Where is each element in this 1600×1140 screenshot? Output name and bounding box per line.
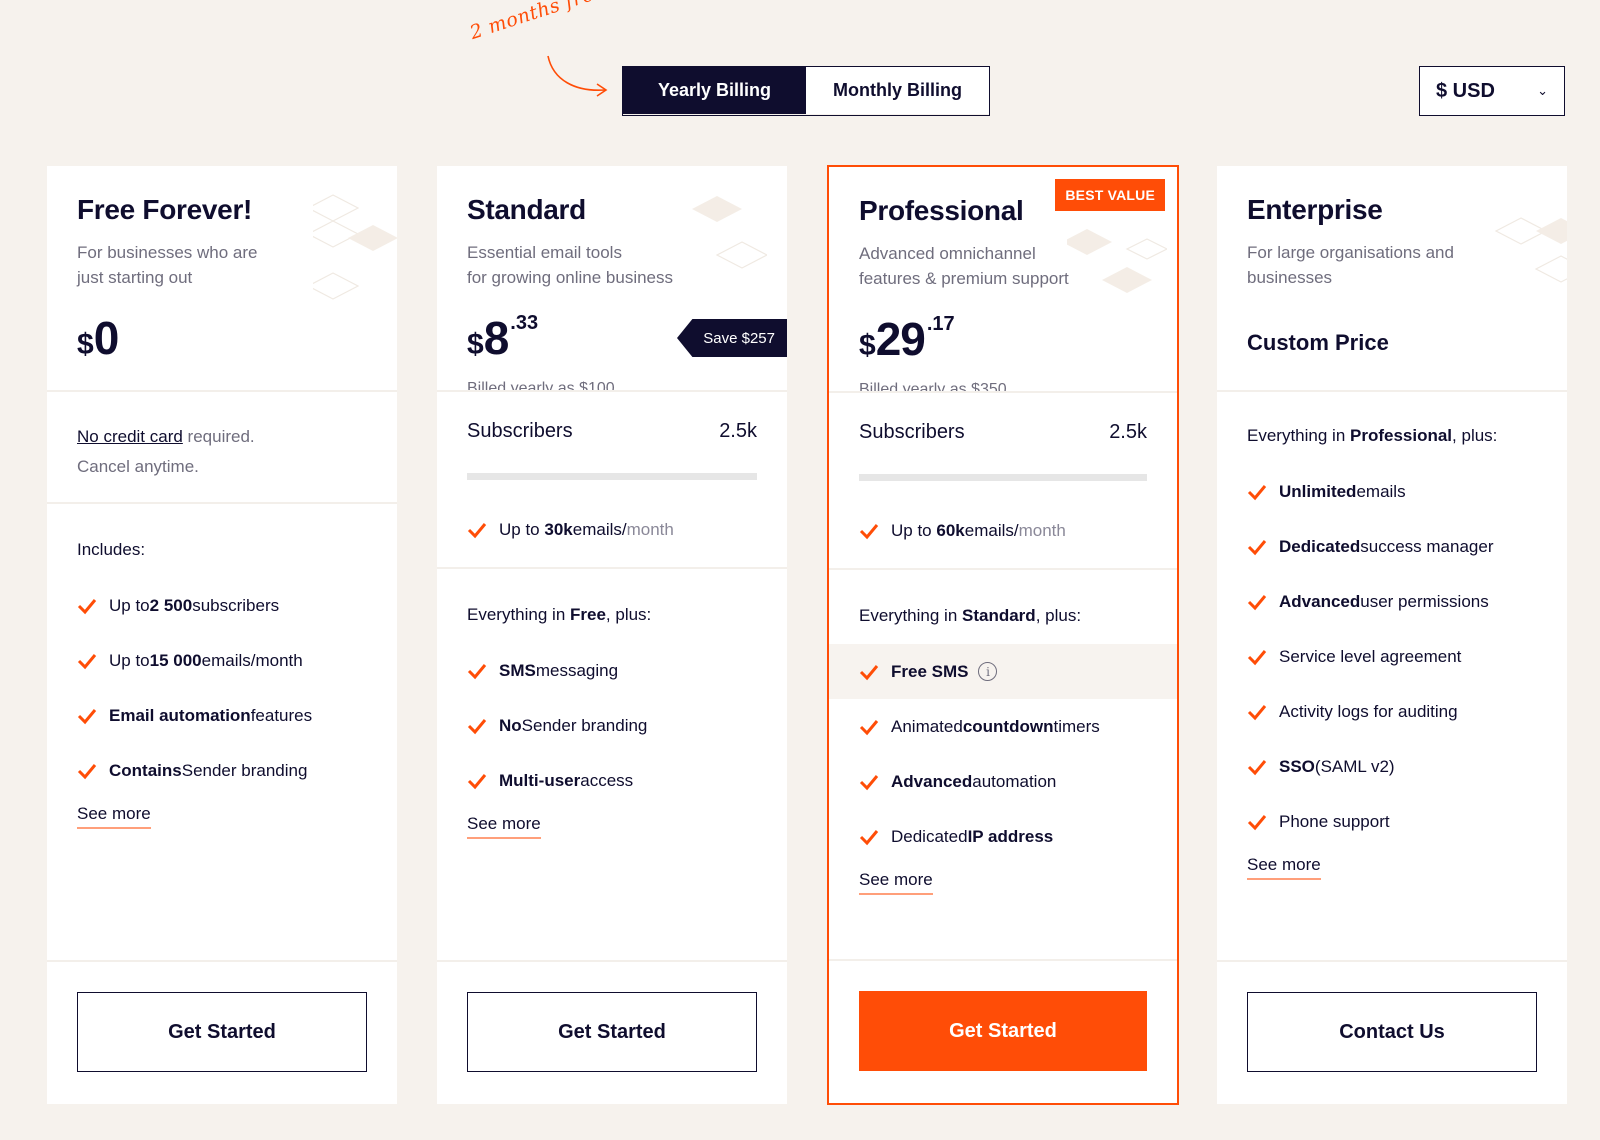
diamond-pattern-icon bbox=[1494, 217, 1567, 283]
monthly-billing-button[interactable]: Monthly Billing bbox=[806, 67, 989, 114]
billed-yearly-text: Billed yearly as $100 bbox=[467, 380, 615, 390]
check-icon bbox=[1247, 594, 1267, 610]
price: $ 29 .17 bbox=[859, 313, 955, 365]
feature-list: Includes: Up to 2 500 subscribers Up to … bbox=[47, 504, 397, 829]
credit-card-note: No credit card required. Cancel anytime. bbox=[77, 427, 255, 476]
check-icon bbox=[77, 598, 97, 614]
features-heading: Everything in Free, plus: bbox=[467, 605, 652, 624]
diamond-pattern-icon bbox=[692, 196, 767, 269]
feature-item: No Sender branding bbox=[467, 698, 757, 753]
feature-item: Dedicated success manager bbox=[1247, 519, 1537, 574]
check-icon bbox=[467, 718, 487, 734]
features-heading: Everything in Professional, plus: bbox=[1247, 426, 1498, 445]
feature-item: Contains Sender branding bbox=[77, 743, 367, 798]
emails-quota: Up to 30k emails/month bbox=[467, 520, 757, 540]
check-icon bbox=[467, 523, 487, 539]
get-started-button[interactable]: Get Started bbox=[467, 992, 757, 1072]
curved-arrow-icon bbox=[547, 55, 608, 97]
feature-item: SSO (SAML v2) bbox=[1247, 739, 1537, 794]
get-started-button[interactable]: Get Started bbox=[77, 992, 367, 1072]
subscribers-section: Subscribers 2.5k Up to 60k emails/month bbox=[829, 393, 1177, 568]
yearly-billing-button[interactable]: Yearly Billing bbox=[623, 67, 806, 114]
subscribers-value: 2.5k bbox=[1109, 421, 1147, 443]
see-more-link[interactable]: See more bbox=[859, 870, 933, 895]
billed-yearly-text: Billed yearly as $350 bbox=[859, 381, 1007, 391]
check-icon bbox=[859, 774, 879, 790]
no-credit-card-link[interactable]: No credit card bbox=[77, 427, 183, 446]
check-icon bbox=[77, 708, 97, 724]
see-more-link[interactable]: See more bbox=[467, 814, 541, 839]
diamond-pattern-icon bbox=[1067, 229, 1167, 293]
check-icon bbox=[1247, 759, 1267, 775]
price: $ 0 bbox=[77, 312, 119, 364]
chevron-down-icon: ⌄ bbox=[1537, 83, 1548, 98]
check-icon bbox=[1247, 649, 1267, 665]
plan-card-professional: BEST VALUE Professional Advanced omnicha… bbox=[827, 165, 1179, 1105]
feature-item: Advanced user permissions bbox=[1247, 574, 1537, 629]
currency-label: $ USD bbox=[1436, 79, 1495, 102]
feature-item: Up to 2 500 subscribers bbox=[77, 578, 367, 633]
diamond-pattern-icon bbox=[313, 194, 397, 300]
feature-list: Everything in Standard, plus: Free SMS i … bbox=[829, 570, 1177, 895]
feature-list: Everything in Free, plus: SMS messaging … bbox=[437, 569, 787, 839]
feature-item: Activity logs for auditing bbox=[1247, 684, 1537, 739]
check-icon bbox=[77, 763, 97, 779]
subscribers-section: Subscribers 2.5k Up to 30k emails/month bbox=[437, 392, 787, 567]
custom-price: Custom Price bbox=[1247, 330, 1389, 355]
check-icon bbox=[467, 773, 487, 789]
emails-quota: Up to 60k emails/month bbox=[859, 521, 1147, 541]
subscribers-label: Subscribers bbox=[467, 420, 573, 442]
subscribers-slider[interactable] bbox=[467, 473, 757, 480]
feature-list: Everything in Professional, plus: Unlimi… bbox=[1217, 392, 1567, 880]
promo-annotation: 2 months free! bbox=[467, 0, 616, 44]
feature-item: Advanced automation bbox=[859, 754, 1147, 809]
check-icon bbox=[859, 829, 879, 845]
feature-item: Email automation features bbox=[77, 688, 367, 743]
check-icon bbox=[1247, 539, 1267, 555]
check-icon bbox=[77, 653, 97, 669]
currency-select[interactable]: $ USD ⌄ bbox=[1419, 66, 1565, 116]
billing-toggle: Yearly Billing Monthly Billing bbox=[622, 66, 990, 116]
feature-item: Free SMS i bbox=[829, 644, 1177, 699]
check-icon bbox=[1247, 704, 1267, 720]
see-more-link[interactable]: See more bbox=[1247, 855, 1321, 880]
best-value-badge: BEST VALUE bbox=[1055, 179, 1165, 211]
plan-card-free: Free Forever! For businesses who are jus… bbox=[47, 166, 397, 1104]
plan-description: For businesses who are just starting out bbox=[77, 243, 258, 287]
check-icon bbox=[467, 663, 487, 679]
check-icon bbox=[859, 524, 879, 540]
plan-card-standard: Standard Essential email tools for growi… bbox=[437, 166, 787, 1104]
info-icon[interactable]: i bbox=[978, 662, 998, 681]
check-icon bbox=[859, 719, 879, 735]
features-heading: Everything in Standard, plus: bbox=[859, 606, 1082, 625]
feature-item: Animated countdown timers bbox=[859, 699, 1147, 754]
features-heading: Includes: bbox=[77, 540, 146, 559]
feature-item: Multi-user access bbox=[467, 753, 757, 808]
feature-item: Phone support bbox=[1247, 794, 1537, 849]
check-icon bbox=[859, 664, 879, 680]
feature-item: Up to 15 000 emails/month bbox=[77, 633, 367, 688]
feature-item: SMS messaging bbox=[467, 643, 757, 698]
feature-item: Service level agreement bbox=[1247, 629, 1537, 684]
see-more-link[interactable]: See more bbox=[77, 804, 151, 829]
get-started-button[interactable]: Get Started bbox=[859, 991, 1147, 1071]
feature-item: Unlimited emails bbox=[1247, 464, 1537, 519]
plan-card-enterprise: Enterprise For large organisations and b… bbox=[1217, 166, 1567, 1104]
subscribers-label: Subscribers bbox=[859, 421, 965, 443]
check-icon bbox=[1247, 484, 1267, 500]
contact-us-button[interactable]: Contact Us bbox=[1247, 992, 1537, 1072]
save-badge: Save $257 bbox=[677, 319, 787, 357]
plan-description: Essential email tools for growing online… bbox=[467, 243, 674, 287]
feature-item: Dedicated IP address bbox=[859, 809, 1147, 864]
subscribers-value: 2.5k bbox=[719, 420, 757, 442]
check-icon bbox=[1247, 814, 1267, 830]
subscribers-slider[interactable] bbox=[859, 474, 1147, 481]
